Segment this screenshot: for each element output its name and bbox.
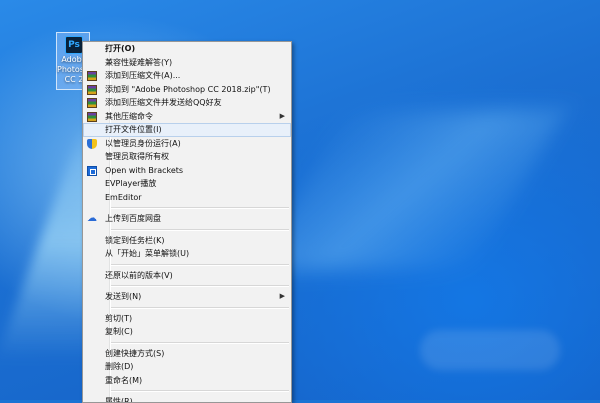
menu-item[interactable]: 从「开始」菜单解锁(U)	[83, 247, 291, 261]
winrar-icon	[87, 98, 97, 108]
menu-item[interactable]: 添加到压缩文件并发送给QQ好友	[83, 96, 291, 110]
brackets-icon	[87, 165, 97, 176]
menu-item-label: 从「开始」菜单解锁(U)	[105, 249, 190, 258]
menu-item-label: 重命名(M)	[105, 375, 143, 385]
winrar-icon	[87, 84, 97, 95]
menu-item[interactable]: 创建快捷方式(S)	[83, 347, 291, 361]
menu-item[interactable]: 还原以前的版本(V)	[83, 269, 291, 283]
menu-item-label: Open with Brackets	[105, 165, 184, 175]
menu-item-label: 还原以前的版本(V)	[105, 270, 173, 280]
menu-item[interactable]: ☁ 上传到百度网盘	[83, 212, 291, 226]
menu-item-label: 属性(R)	[105, 397, 133, 403]
menu-item[interactable]: 复制(C)	[83, 325, 291, 339]
menu-item[interactable]: 添加到压缩文件(A)...	[83, 69, 291, 83]
wallpaper-light-beam	[253, 110, 567, 270]
menu-item-label: EVPlayer播放	[105, 179, 157, 188]
submenu-arrow-icon: ▶	[279, 111, 285, 120]
menu-item-label: 管理员取得所有权	[105, 152, 169, 161]
menu-item-label: 添加到压缩文件(A)...	[105, 71, 181, 80]
baidu-cloud-icon: ☁	[87, 213, 97, 224]
menu-item-label: 锁定到任务栏(K)	[105, 235, 165, 245]
context-menu: 打开(O) 兼容性疑难解答(Y) 添加到压缩文件(A)... 添加到 "Adobe P…	[82, 41, 292, 403]
menu-separator	[111, 207, 289, 209]
winrar-icon	[87, 71, 97, 81]
menu-item-label: 添加到 "Adobe Photoshop CC 2018.zip"(T)	[105, 84, 271, 94]
menu-item-label: 创建快捷方式(S)	[105, 348, 165, 358]
menu-item[interactable]: 兼容性疑难解答(Y)	[83, 56, 291, 70]
menu-separator	[111, 285, 289, 287]
menu-item-label: 上传到百度网盘	[105, 214, 161, 223]
menu-item-label: 删除(D)	[105, 362, 134, 371]
menu-separator	[111, 263, 289, 266]
menu-item[interactable]: 添加到 "Adobe Photoshop CC 2018.zip"(T)	[83, 83, 291, 97]
winrar-icon	[87, 111, 97, 122]
menu-separator	[111, 228, 289, 231]
photoshop-icon: Ps	[65, 36, 83, 54]
menu-item[interactable]: 以管理员身份运行(A)	[83, 137, 291, 151]
menu-item[interactable]: EmEditor	[83, 191, 291, 205]
menu-separator	[111, 306, 289, 309]
menu-item-label: 添加到压缩文件并发送给QQ好友	[105, 98, 222, 107]
menu-item[interactable]: 属性(R)	[83, 395, 291, 403]
menu-item[interactable]: 发送到(N) ▶	[83, 290, 291, 304]
menu-item[interactable]: 剪切(T)	[83, 312, 291, 326]
menu-item-label: 兼容性疑难解答(Y)	[105, 57, 173, 67]
menu-item[interactable]: 其他压缩命令 ▶	[83, 110, 291, 124]
menu-item[interactable]: 打开(O)	[83, 42, 291, 56]
submenu-arrow-icon: ▶	[279, 292, 285, 300]
menu-item-label: 发送到(N)	[105, 292, 142, 301]
menu-item[interactable]: 打开文件位置(I)	[83, 123, 291, 137]
wallpaper-watermark	[420, 330, 560, 370]
menu-item[interactable]: Open with Brackets	[83, 164, 291, 178]
menu-item-label: 打开(O)	[105, 44, 136, 53]
menu-item[interactable]: 锁定到任务栏(K)	[83, 234, 291, 248]
menu-separator	[111, 341, 289, 344]
menu-item-label: EmEditor	[105, 192, 142, 202]
menu-item[interactable]: 管理员取得所有权	[83, 150, 291, 164]
menu-item-label: 剪切(T)	[105, 313, 133, 323]
menu-item[interactable]: 重命名(M)	[83, 374, 291, 388]
menu-item[interactable]: 删除(D)	[83, 360, 291, 374]
menu-separator	[111, 390, 289, 392]
uac-shield-icon	[87, 138, 97, 149]
menu-item-label: 其他压缩命令	[105, 111, 153, 121]
menu-item-label: 以管理员身份运行(A)	[105, 138, 181, 148]
menu-item-label: 打开文件位置(I)	[105, 125, 162, 134]
menu-item-label: 复制(C)	[105, 327, 133, 336]
menu-item[interactable]: EVPlayer播放	[83, 177, 291, 191]
